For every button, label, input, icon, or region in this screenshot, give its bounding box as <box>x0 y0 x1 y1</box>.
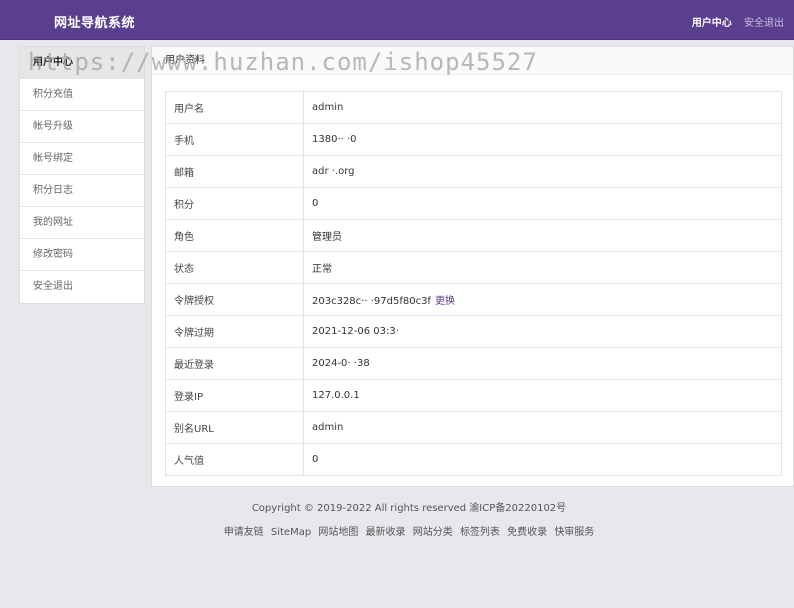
nav-user-center[interactable]: 用户中心 <box>692 18 732 29</box>
footer-link-site-map[interactable]: 网站地图 <box>318 527 358 538</box>
row-value-email: adr ·.org <box>303 155 782 188</box>
table-row: 令牌过期 2021-12-06 03:3· <box>165 315 782 348</box>
footer-links: 申请友链 SiteMap 网站地图 最新收录 网站分类 标签列表 免费收录 快审… <box>151 523 667 538</box>
row-value-popularity: 0 <box>303 443 782 476</box>
row-key-username: 用户名 <box>165 91 304 124</box>
site-brand[interactable]: 网址导航系统 <box>54 12 135 31</box>
footer-link-latest[interactable]: 最新收录 <box>366 527 406 538</box>
table-row: 状态 正常 <box>165 251 782 284</box>
table-row: 人气值 0 <box>165 443 782 476</box>
top-nav: 用户中心 安全退出 <box>683 14 784 29</box>
change-token-link[interactable]: 更换 <box>435 296 455 307</box>
row-key-login-ip: 登录IP <box>165 379 304 412</box>
row-value-last-login: 2024-0· ·38 <box>303 347 782 380</box>
row-key-popularity: 人气值 <box>165 443 304 476</box>
table-row: 积分 0 <box>165 187 782 220</box>
table-row: 邮箱 adr ·.org <box>165 155 782 188</box>
sidebar-menu: 用户中心 积分充值 帐号升级 帐号绑定 积分日志 我的网址 修改密码 安全退出 <box>19 46 145 304</box>
table-row: 角色 管理员 <box>165 219 782 252</box>
sidebar-item-logout[interactable]: 安全退出 <box>20 271 144 303</box>
table-row: 最近登录 2024-0· ·38 <box>165 347 782 380</box>
row-key-status: 状态 <box>165 251 304 284</box>
row-key-email: 邮箱 <box>165 155 304 188</box>
table-row: 登录IP 127.0.0.1 <box>165 379 782 412</box>
row-cell-token: 203c328c·· ·97d5f80c3f 更换 <box>303 283 782 316</box>
table-row: 别名URL admin <box>165 411 782 444</box>
row-key-phone: 手机 <box>165 123 304 156</box>
table-row: 手机 1380·· ·0 <box>165 123 782 156</box>
sidebar-item-user-center[interactable]: 用户中心 <box>20 47 144 79</box>
nav-logout[interactable]: 安全退出 <box>744 18 784 29</box>
sidebar-item-my-sites[interactable]: 我的网址 <box>20 207 144 239</box>
row-value-token-expiry: 2021-12-06 03:3· <box>303 315 782 348</box>
sidebar-item-points-log[interactable]: 积分日志 <box>20 175 144 207</box>
user-info-table: 用户名 admin 手机 1380·· ·0 邮箱 adr ·.org 积分 0… <box>165 91 782 476</box>
sidebar-item-change-password[interactable]: 修改密码 <box>20 239 144 271</box>
table-row: 用户名 admin <box>165 91 782 124</box>
row-key-points: 积分 <box>165 187 304 220</box>
sidebar-item-points-recharge[interactable]: 积分充值 <box>20 79 144 111</box>
row-key-token-expiry: 令牌过期 <box>165 315 304 348</box>
panel-title: 用户资料 <box>152 47 793 75</box>
row-value-status: 正常 <box>303 251 782 284</box>
row-value-token: 203c328c·· ·97d5f80c3f <box>312 296 431 307</box>
user-profile-panel: 用户资料 用户名 admin 手机 1380·· ·0 邮箱 adr ·.org… <box>151 46 794 487</box>
row-value-alias-url: admin <box>303 411 782 444</box>
row-key-token: 令牌授权 <box>165 283 304 316</box>
row-value-points: 0 <box>303 187 782 220</box>
row-key-role: 角色 <box>165 219 304 252</box>
footer-link-free-submit[interactable]: 免费收录 <box>507 527 547 538</box>
row-key-last-login: 最近登录 <box>165 347 304 380</box>
row-value-username: admin <box>303 91 782 124</box>
top-navbar: 网址导航系统 用户中心 安全退出 <box>0 0 794 40</box>
row-value-phone: 1380·· ·0 <box>303 123 782 156</box>
sidebar-item-account-upgrade[interactable]: 帐号升级 <box>20 111 144 143</box>
footer-link-sitemap[interactable]: SiteMap <box>271 527 311 538</box>
footer-link-fast-review[interactable]: 快审服务 <box>554 527 594 538</box>
row-value-role: 管理员 <box>303 219 782 252</box>
footer-link-apply-friend-link[interactable]: 申请友链 <box>224 527 264 538</box>
row-key-alias-url: 别名URL <box>165 411 304 444</box>
table-row: 令牌授权 203c328c·· ·97d5f80c3f 更换 <box>165 283 782 316</box>
row-value-login-ip: 127.0.0.1 <box>303 379 782 412</box>
footer-link-tags[interactable]: 标签列表 <box>460 527 500 538</box>
footer-link-categories[interactable]: 网站分类 <box>413 527 453 538</box>
sidebar-item-account-bind[interactable]: 帐号绑定 <box>20 143 144 175</box>
footer-copyright: Copyright © 2019-2022 All rights reserve… <box>251 503 567 514</box>
